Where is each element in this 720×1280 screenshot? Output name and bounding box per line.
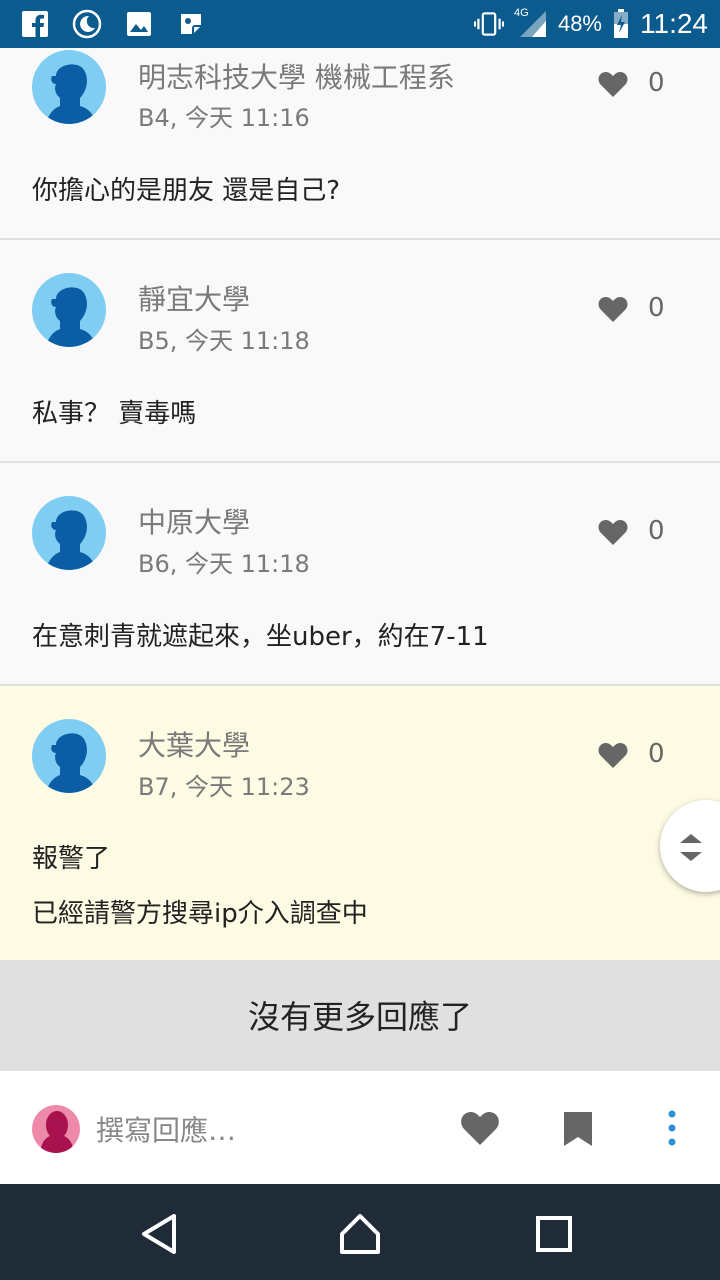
network-type-label: 4G [513,7,529,19]
avatar[interactable] [32,496,106,570]
scroll-arrows-icon [680,834,702,861]
like-count: 0 [648,293,665,323]
comment-text-line: 報警了 [32,844,111,874]
vibrate-icon [473,9,504,39]
clock: 11:24 [640,8,708,39]
comment-item-highlighted: 大葉大學 B7, 今天 11:23 0 報警了 已經請警方搜尋ip介入調查中 [0,686,720,962]
heart-icon [598,297,628,322]
comment-feed: 明志科技大學 機械工程系 B4, 今天 11:16 0 你擔心的是朋友 還是自己… [0,48,720,962]
like-button[interactable]: 0 [598,293,665,323]
like-button[interactable]: 0 [598,739,665,769]
heart-icon [598,520,628,545]
no-more-replies-banner: 沒有更多回應了 [0,960,720,1070]
like-count: 0 [648,516,665,546]
comment-text-line: 已經請警方搜尋ip介入調查中 [32,899,368,929]
comment-item: 中原大學 B6, 今天 11:18 0 在意刺青就遮起來，坐uber，約在7-1… [0,463,720,686]
reply-input[interactable]: 撰寫回應… [96,1109,236,1149]
signal-icon: 4G [513,7,548,39]
author-school: 中原大學 [138,506,251,539]
author-school: 大葉大學 [138,729,251,762]
author-school: 明志科技大學 機械工程系 [138,61,455,94]
back-icon[interactable] [138,1212,182,1256]
image-icon [124,9,154,39]
battery-icon [612,9,630,39]
comment-item: 靜宜大學 B5, 今天 11:18 0 私事？ 賣毒嗎 [0,240,720,463]
bookmark-icon[interactable] [558,1109,598,1149]
my-avatar[interactable] [32,1105,80,1153]
like-count: 0 [648,739,665,769]
avatar[interactable] [32,719,106,793]
like-button[interactable]: 0 [598,68,665,98]
comment-text: 你擔心的是朋友 還是自己? [32,176,341,206]
author-school: 靜宜大學 [138,283,251,316]
recents-icon[interactable] [532,1212,576,1256]
battery-percent: 48% [557,11,602,36]
sticker-icon [176,9,206,39]
floor-time: B6, 今天 11:18 [138,550,310,578]
night-mode-icon [72,9,102,39]
heart-icon [598,743,628,768]
facebook-icon [20,9,50,39]
floor-time: B5, 今天 11:18 [138,327,310,355]
avatar[interactable] [32,50,106,124]
scroll-jump-button[interactable] [660,800,720,892]
status-bar: 4G 48% 11:24 [0,0,720,48]
system-nav-bar [0,1184,720,1280]
comment-text: 在意刺青就遮起來，坐uber，約在7-11 [32,622,489,652]
comment-text: 私事？ 賣毒嗎 [32,399,197,429]
like-button[interactable]: 0 [598,516,665,546]
reply-bar: 撰寫回應… [0,1070,720,1184]
floor-time: B4, 今天 11:16 [138,104,310,132]
heart-icon [598,72,628,97]
like-count: 0 [648,68,665,98]
more-options-icon[interactable] [652,1109,692,1149]
avatar[interactable] [32,273,106,347]
comment-item: 明志科技大學 機械工程系 B4, 今天 11:16 0 你擔心的是朋友 還是自己… [0,48,720,240]
floor-time: B7, 今天 11:23 [138,773,310,801]
home-icon[interactable] [338,1212,382,1256]
heart-icon[interactable] [460,1109,500,1149]
